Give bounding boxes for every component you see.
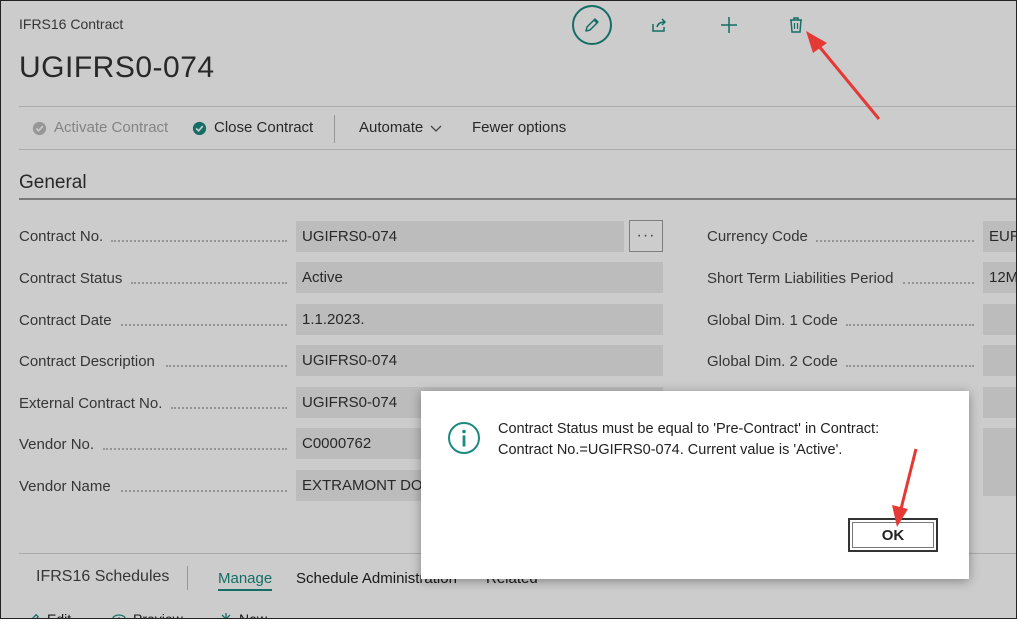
arrow-to-ok <box>892 448 918 527</box>
page-frame: IFRS16 Contract UGIFRS0-074 Activate Con… <box>0 0 1017 619</box>
annotation-arrows <box>806 31 918 527</box>
arrow-to-delete <box>806 31 881 120</box>
